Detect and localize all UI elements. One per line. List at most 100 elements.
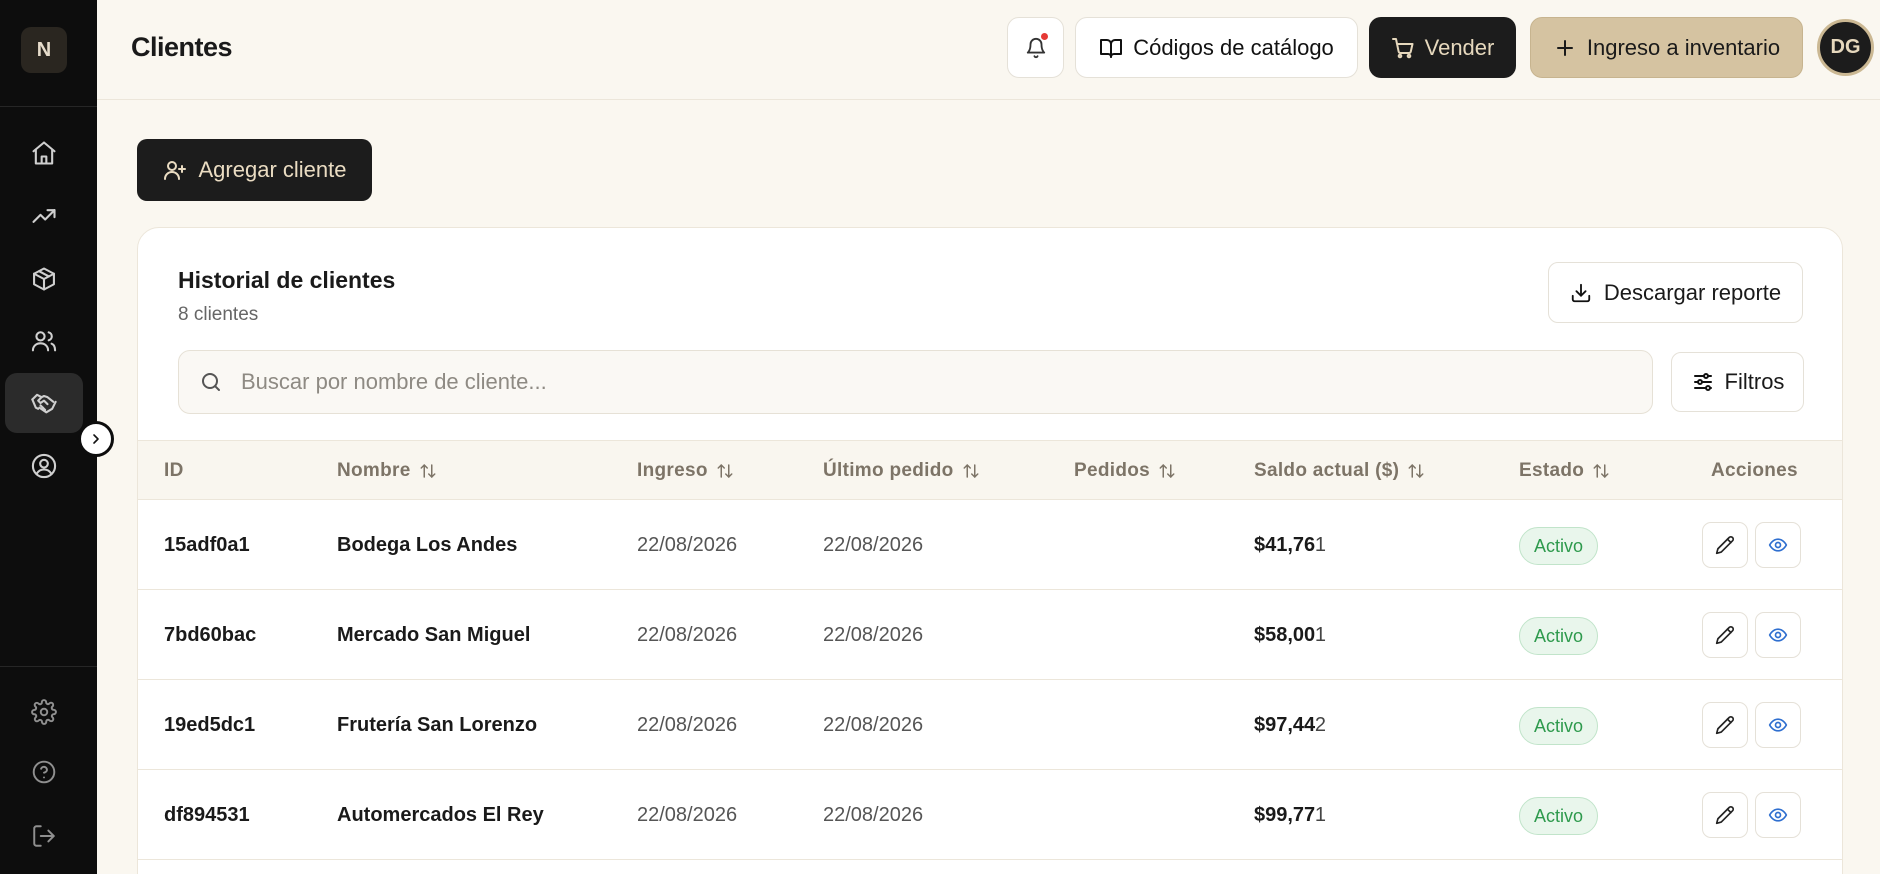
edit-button[interactable]	[1702, 702, 1748, 748]
cell-id: 7bd60bac	[164, 623, 257, 646]
table-row[interactable]: df894531 Automercados El Rey 22/08/2026 …	[138, 770, 1842, 860]
cell-balance: $58,00	[1254, 623, 1316, 646]
sidebar-item-clients[interactable]	[5, 373, 83, 433]
sidebar-item-products[interactable]	[5, 249, 83, 309]
eye-icon	[1768, 628, 1788, 642]
view-button[interactable]	[1755, 792, 1801, 838]
pencil-icon	[1715, 716, 1734, 735]
cell-name: Frutería San Lorenzo	[337, 713, 538, 736]
column-header-status[interactable]: Estado	[1519, 441, 1610, 501]
sidebar-item-users[interactable]	[5, 311, 83, 371]
sidebar-divider	[0, 106, 97, 107]
sell-button[interactable]: Vender	[1369, 17, 1516, 78]
table-header: ID Nombre Ingreso Último pedido Pedidos …	[138, 440, 1842, 501]
cell-name: Mercado San Miguel	[337, 623, 531, 646]
sort-icon	[963, 464, 979, 478]
users-icon	[31, 331, 57, 352]
add-client-label: Agregar cliente	[198, 157, 347, 182]
clients-history-card: Historial de clientes 8 clientes Descarg…	[137, 227, 1843, 874]
table-row[interactable]: 7bd60bac Mercado San Miguel 22/08/2026 2…	[138, 590, 1842, 680]
add-client-button[interactable]: Agregar cliente	[137, 139, 372, 201]
user-plus-icon	[163, 161, 186, 180]
sidebar-item-settings[interactable]	[5, 682, 83, 742]
download-icon	[1571, 283, 1591, 302]
inventory-entry-button[interactable]: Ingreso a inventario	[1530, 17, 1803, 78]
column-header-orders[interactable]: Pedidos	[1074, 441, 1176, 501]
cell-ingreso: 22/08/2026	[637, 713, 738, 736]
logout-icon	[33, 825, 55, 847]
app-logo[interactable]: N	[21, 27, 67, 73]
plus-icon	[1556, 39, 1573, 56]
sidebar-collapse-toggle[interactable]	[78, 421, 114, 457]
help-icon	[32, 760, 56, 784]
sort-icon	[1408, 464, 1424, 478]
cell-balance: $97,44	[1254, 713, 1316, 736]
pencil-icon	[1715, 806, 1734, 825]
eye-icon	[1768, 538, 1788, 552]
gear-icon	[31, 699, 57, 725]
filters-button[interactable]: Filtros	[1671, 352, 1804, 412]
sidebar-item-help[interactable]	[5, 742, 83, 802]
sidebar-item-logout[interactable]	[5, 806, 83, 866]
cell-last-order: 22/08/2026	[823, 803, 924, 826]
view-button[interactable]	[1755, 612, 1801, 658]
user-circle-icon	[31, 453, 57, 479]
cell-balance: $99,77	[1254, 803, 1316, 826]
notifications-button[interactable]	[1007, 17, 1064, 78]
home-icon	[32, 141, 56, 165]
status-badge: Activo	[1519, 527, 1599, 565]
edit-button[interactable]	[1702, 792, 1748, 838]
cell-id: df894531	[164, 803, 250, 826]
chevron-right-icon	[93, 434, 99, 444]
cell-id: 19ed5dc1	[164, 713, 256, 736]
sidebar-item-analytics[interactable]	[5, 186, 83, 246]
table-row[interactable]: 15adf0a1 Bodega Los Andes 22/08/2026 22/…	[138, 500, 1842, 590]
cell-id: 15adf0a1	[164, 533, 250, 556]
cell-balance: $41,76	[1254, 533, 1316, 556]
status-badge: Activo	[1519, 617, 1599, 655]
column-header-id: ID	[164, 460, 184, 481]
table-row[interactable]: 19ed5dc1 Frutería San Lorenzo 22/08/2026…	[138, 680, 1842, 770]
download-report-label: Descargar reporte	[1603, 279, 1782, 305]
catalog-codes-button[interactable]: Códigos de catálogo	[1075, 17, 1358, 78]
top-bar: Clientes Códigos de catálogo Vender Ingr…	[97, 0, 1880, 100]
cell-last-order: 22/08/2026	[823, 623, 924, 646]
sidebar-divider	[0, 666, 97, 667]
pencil-icon	[1715, 626, 1734, 645]
book-open-icon	[1100, 38, 1123, 58]
edit-button[interactable]	[1702, 522, 1748, 568]
notification-dot	[1041, 33, 1048, 40]
cell-ingreso: 22/08/2026	[637, 803, 738, 826]
package-icon	[33, 267, 55, 291]
column-header-balance[interactable]: Saldo actual ($)	[1254, 441, 1425, 501]
sort-icon	[420, 464, 436, 478]
page-title: Clientes	[131, 32, 233, 62]
cell-ingreso: 22/08/2026	[637, 533, 738, 556]
view-button[interactable]	[1755, 702, 1801, 748]
sort-icon	[1159, 464, 1175, 478]
cell-ingreso: 22/08/2026	[637, 623, 738, 646]
cart-icon	[1391, 37, 1414, 58]
column-header-ingreso[interactable]: Ingreso	[637, 441, 734, 501]
status-badge: Activo	[1519, 797, 1599, 835]
avatar[interactable]: DG	[1817, 19, 1874, 76]
search-icon	[202, 373, 220, 391]
search-box	[178, 350, 1653, 414]
sort-icon	[717, 464, 733, 478]
search-input[interactable]	[241, 369, 1621, 395]
sidebar-item-home[interactable]	[5, 123, 83, 183]
download-report-button[interactable]: Descargar reporte	[1548, 262, 1803, 323]
column-header-last-order[interactable]: Último pedido	[823, 441, 980, 501]
cell-name: Bodega Los Andes	[337, 533, 518, 556]
filters-label: Filtros	[1724, 369, 1785, 394]
column-header-name[interactable]: Nombre	[337, 441, 437, 501]
card-title: Historial de clientes	[178, 267, 396, 293]
sidebar-item-account[interactable]	[5, 436, 83, 496]
sell-label: Vender	[1424, 34, 1495, 60]
sliders-icon	[1693, 373, 1712, 391]
view-button[interactable]	[1755, 522, 1801, 568]
handshake-icon	[31, 393, 57, 414]
sort-icon	[1593, 464, 1609, 478]
pencil-icon	[1715, 536, 1734, 555]
edit-button[interactable]	[1702, 612, 1748, 658]
